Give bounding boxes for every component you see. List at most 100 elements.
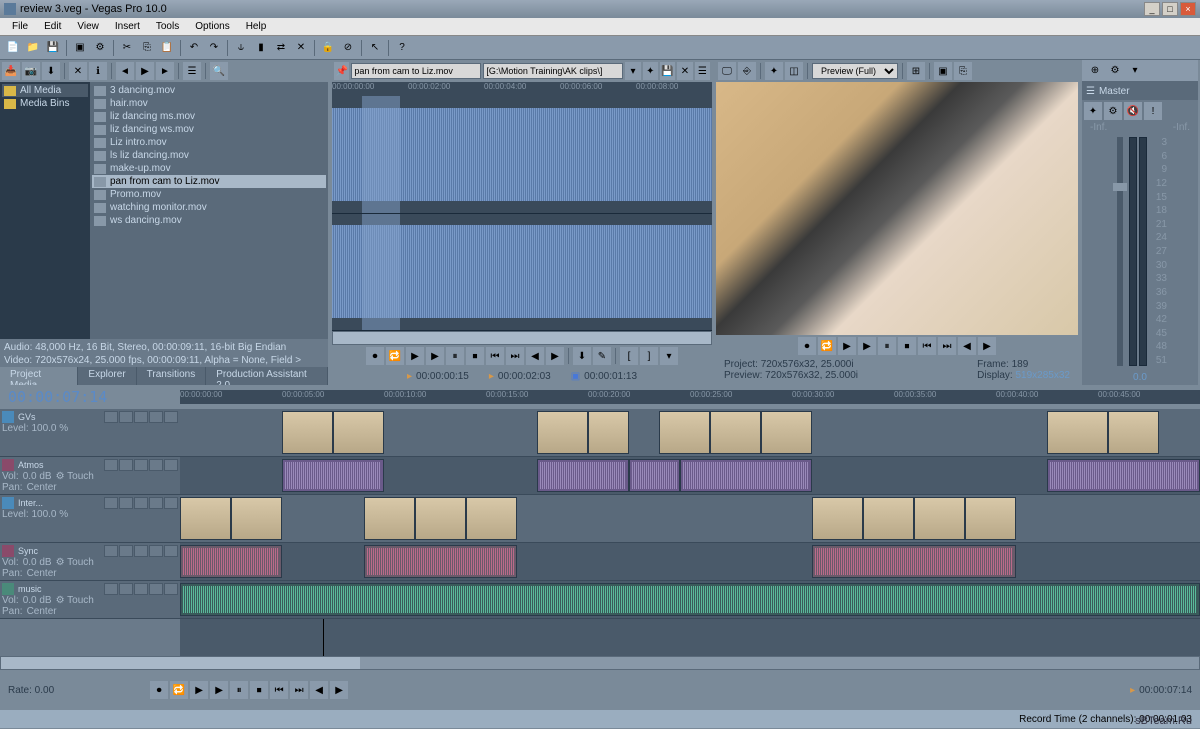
stop-icon[interactable]: ⏹	[466, 347, 484, 365]
preview-overlay-icon[interactable]: ▣	[934, 62, 952, 80]
save-icon[interactable]: 💾	[44, 39, 62, 57]
track-header-gvs[interactable]: GVsLevel: 100.0 %	[0, 409, 180, 457]
track-mute-icon[interactable]	[149, 411, 163, 423]
prev-frame-icon[interactable]: ◀	[526, 347, 544, 365]
preview-ext-icon[interactable]: ⎆	[738, 62, 756, 80]
pv-loop-icon[interactable]: 🔁	[818, 337, 836, 355]
media-remove-icon[interactable]: ✕	[69, 62, 87, 80]
set-in-icon[interactable]: [	[620, 347, 638, 365]
track-header-sync[interactable]: SyncVol:0.0 dB⚙ TouchPan:Center	[0, 543, 180, 581]
tab-project-media[interactable]: Project Media	[0, 367, 78, 385]
clip[interactable]	[812, 545, 1016, 578]
clip[interactable]	[761, 411, 812, 454]
preview-grid-icon[interactable]: ⊞	[907, 62, 925, 80]
go-end-icon[interactable]: ⏭	[506, 347, 524, 365]
track-mute-icon[interactable]	[149, 497, 163, 509]
track-lane[interactable]	[180, 495, 1200, 543]
track-auto-icon[interactable]	[134, 545, 148, 557]
list-item[interactable]: liz dancing ws.mov	[92, 123, 326, 136]
master-fx-icon[interactable]: ✦	[1084, 102, 1102, 120]
media-properties-icon[interactable]: ℹ	[89, 62, 107, 80]
media-capture-icon[interactable]: 📷	[22, 62, 40, 80]
crossfade-icon[interactable]: ✕	[292, 39, 310, 57]
tab-production-assistant[interactable]: Production Assistant 2.0	[206, 367, 328, 385]
properties-icon[interactable]: ⚙	[91, 39, 109, 57]
cut-icon[interactable]: ✂	[118, 39, 136, 57]
menu-edit[interactable]: Edit	[36, 19, 69, 34]
clip[interactable]	[965, 497, 1016, 540]
tl-end-icon[interactable]: ⏭	[290, 681, 308, 699]
pv-next-icon[interactable]: ▶	[978, 337, 996, 355]
list-item[interactable]: pan from cam to Liz.mov	[92, 175, 326, 188]
track-lane[interactable]	[180, 409, 1200, 457]
lock-icon[interactable]: 🔒	[319, 39, 337, 57]
new-icon[interactable]: 📄	[4, 39, 22, 57]
track-fx-icon[interactable]	[119, 583, 133, 595]
clip[interactable]	[180, 583, 1200, 616]
menu-options[interactable]: Options	[187, 19, 237, 34]
track-fx-icon[interactable]	[119, 497, 133, 509]
tl-stop-icon[interactable]: ⏹	[250, 681, 268, 699]
pv-end-icon[interactable]: ⏭	[938, 337, 956, 355]
master-insert-icon[interactable]: ⊕	[1086, 62, 1104, 80]
track-fx-icon[interactable]	[119, 411, 133, 423]
track-solo-icon[interactable]	[164, 497, 178, 509]
ripple-icon[interactable]: ⇄	[272, 39, 290, 57]
tl-play-icon[interactable]: ▶	[210, 681, 228, 699]
clip[interactable]	[863, 497, 914, 540]
tl-record-icon[interactable]: ⏺	[150, 681, 168, 699]
clip[interactable]	[364, 497, 415, 540]
trimmer-pin-icon[interactable]: 📌	[334, 62, 349, 80]
ignore-icon[interactable]: ⊘	[339, 39, 357, 57]
track-record-icon[interactable]	[104, 583, 118, 595]
track-auto-icon[interactable]	[134, 459, 148, 471]
preview-copy-icon[interactable]: ⎘	[954, 62, 972, 80]
clip[interactable]	[680, 459, 813, 492]
pv-record-icon[interactable]: ⏺	[798, 337, 816, 355]
track-solo-icon[interactable]	[164, 545, 178, 557]
media-prev-icon[interactable]: ◄	[116, 62, 134, 80]
minimize-button[interactable]: _	[1144, 2, 1160, 16]
set-out-icon[interactable]: ]	[640, 347, 658, 365]
add-marker-icon[interactable]: ▾	[660, 347, 678, 365]
render-icon[interactable]: ▣	[71, 39, 89, 57]
timeline-ruler[interactable]: 00:00:00:0000:00:05:0000:00:10:0000:00:1…	[180, 390, 1200, 404]
media-get-icon[interactable]: ⬇	[42, 62, 60, 80]
media-next-icon[interactable]: ►	[156, 62, 174, 80]
track-auto-icon[interactable]	[134, 583, 148, 595]
pv-stop-icon[interactable]: ⏹	[898, 337, 916, 355]
track-content[interactable]	[180, 409, 1200, 656]
track-lane[interactable]	[180, 457, 1200, 495]
tl-play-start-icon[interactable]: ▶	[190, 681, 208, 699]
tl-prev-icon[interactable]: ◀	[310, 681, 328, 699]
master-mute-icon[interactable]: 🔇	[1124, 102, 1142, 120]
clip[interactable]	[812, 497, 863, 540]
track-solo-icon[interactable]	[164, 583, 178, 595]
clip[interactable]	[1108, 411, 1159, 454]
pv-start-icon[interactable]: ⏮	[918, 337, 936, 355]
pv-play-start-icon[interactable]: ▶	[838, 337, 856, 355]
pv-play-icon[interactable]: ▶	[858, 337, 876, 355]
master-auto-icon[interactable]: ⚙	[1104, 102, 1122, 120]
tree-all-media[interactable]: All Media	[2, 84, 88, 97]
master-prop-icon[interactable]: ⚙	[1106, 62, 1124, 80]
list-item[interactable]: 3 dancing.mov	[92, 84, 326, 97]
redo-icon[interactable]: ↷	[205, 39, 223, 57]
edit-tool-icon[interactable]: ↖	[366, 39, 384, 57]
track-record-icon[interactable]	[104, 411, 118, 423]
trimmer-fx-icon[interactable]: ✦	[643, 62, 658, 80]
master-solo-icon[interactable]: !	[1144, 102, 1162, 120]
tl-pause-icon[interactable]: ⏸	[230, 681, 248, 699]
tab-transitions[interactable]: Transitions	[137, 367, 207, 385]
add-timeline-icon[interactable]: ⬇	[573, 347, 591, 365]
track-record-icon[interactable]	[104, 545, 118, 557]
tl-next-icon[interactable]: ▶	[330, 681, 348, 699]
track-auto-icon[interactable]	[134, 411, 148, 423]
record-icon[interactable]: ⏺	[366, 347, 384, 365]
tl-start-icon[interactable]: ⏮	[270, 681, 288, 699]
clip[interactable]	[333, 411, 384, 454]
clip[interactable]	[537, 459, 629, 492]
clip[interactable]	[710, 411, 761, 454]
clip[interactable]	[466, 497, 517, 540]
list-item[interactable]: hair.mov	[92, 97, 326, 110]
